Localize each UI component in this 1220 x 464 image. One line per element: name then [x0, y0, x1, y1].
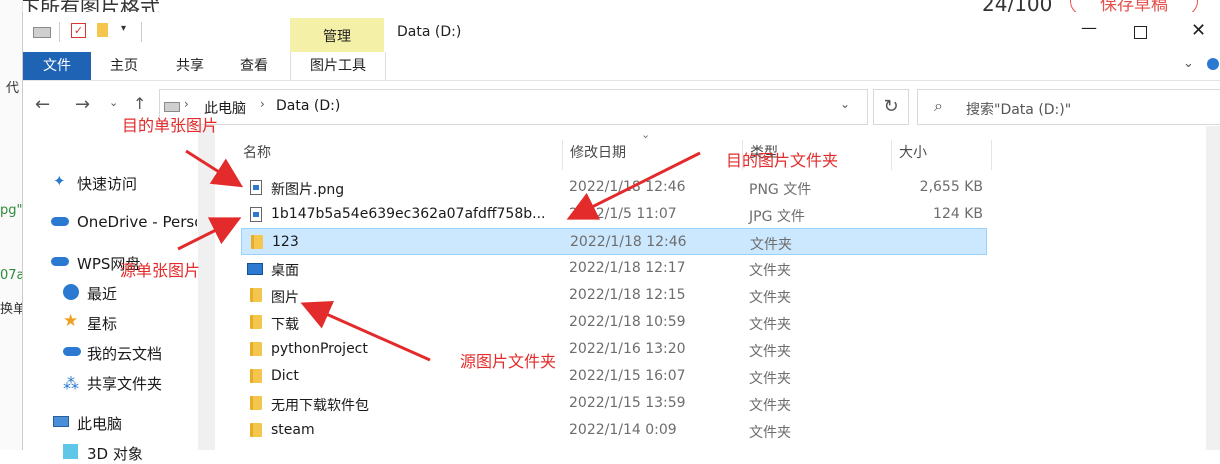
arrow-source-folder — [300, 301, 431, 362]
annotation-target-single: 目的单张图片 — [122, 116, 219, 135]
arrow-target-single — [185, 149, 244, 188]
annotation-arrows — [177, 149, 701, 362]
annotation-source-single: 源单张图片 — [120, 261, 201, 280]
annotation-source-folder: 源图片文件夹 — [460, 352, 557, 371]
arrow-target-folder — [566, 151, 701, 220]
arrow-source-single — [177, 217, 242, 251]
annotation-target-folder: 目的图片文件夹 — [726, 151, 839, 170]
